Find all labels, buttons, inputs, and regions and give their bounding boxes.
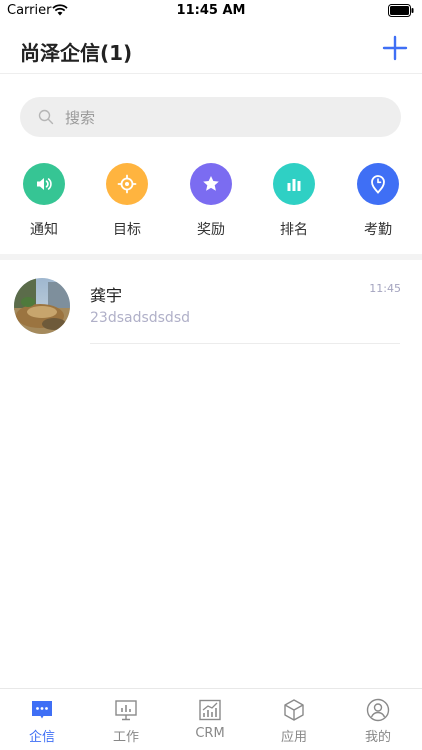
clock-time: 11:45 AM [176, 3, 246, 18]
status-bar: Carrier 11:45 AM [0, 0, 422, 22]
shortcut-label: 排名 [280, 222, 308, 238]
speaker-icon [23, 163, 65, 205]
bottom-tab-bar: 企信 工作 CRM 应用 我的 [0, 688, 422, 750]
search-input[interactable]: 搜索 [20, 97, 401, 137]
search-icon [38, 109, 54, 125]
chat-list-item[interactable]: 龚宇 11:45 23dsadsdsdsd [0, 262, 422, 346]
chat-name: 龚宇 [90, 286, 123, 305]
nav-header: 尚泽企信(1) [0, 22, 422, 74]
tab-crm[interactable]: CRM [168, 689, 252, 750]
tab-profile[interactable]: 我的 [336, 689, 420, 750]
shortcut-row: 通知 目标 奖励 排名 考勤 [0, 163, 422, 245]
tab-work[interactable]: 工作 [84, 689, 168, 750]
shortcut-label: 目标 [113, 222, 141, 238]
shortcut-label: 通知 [30, 222, 58, 238]
tab-messages[interactable]: 企信 [0, 689, 84, 750]
search-placeholder: 搜索 [65, 109, 96, 127]
avatar [14, 278, 70, 334]
shortcut-target[interactable]: 目标 [97, 163, 157, 243]
shortcut-attendance[interactable]: 考勤 [348, 163, 408, 243]
shortcut-notice[interactable]: 通知 [14, 163, 74, 243]
plus-icon[interactable] [382, 35, 408, 61]
shortcut-label: 奖励 [197, 222, 225, 238]
star-icon [190, 163, 232, 205]
section-divider [0, 254, 422, 260]
tab-label: CRM [195, 726, 225, 741]
tab-label: 我的 [364, 730, 391, 745]
list-divider [90, 343, 400, 344]
battery-icon [388, 4, 414, 17]
chat-bubble-icon [32, 701, 52, 719]
bar-chart-icon [273, 163, 315, 205]
location-clock-icon [357, 163, 399, 205]
shortcut-label: 考勤 [364, 222, 392, 238]
tab-label: 工作 [112, 730, 139, 745]
presentation-icon [115, 700, 137, 721]
chat-preview: 23dsadsdsdsd [90, 310, 191, 326]
trend-chart-icon [199, 699, 221, 721]
user-icon [366, 698, 390, 722]
tab-label: 应用 [280, 730, 307, 745]
target-icon [106, 163, 148, 205]
shortcut-ranking[interactable]: 排名 [264, 163, 324, 243]
chat-time: 11:45 [369, 282, 401, 295]
shortcut-reward[interactable]: 奖励 [181, 163, 241, 243]
tab-label: 企信 [28, 730, 55, 745]
page-title: 尚泽企信(1) [20, 41, 133, 65]
tab-apps[interactable]: 应用 [252, 689, 336, 750]
app-screen: Carrier 11:45 AM 尚泽企信(1) 搜索 通知 目标 奖励 排名 … [0, 0, 422, 750]
cube-icon [284, 699, 304, 721]
